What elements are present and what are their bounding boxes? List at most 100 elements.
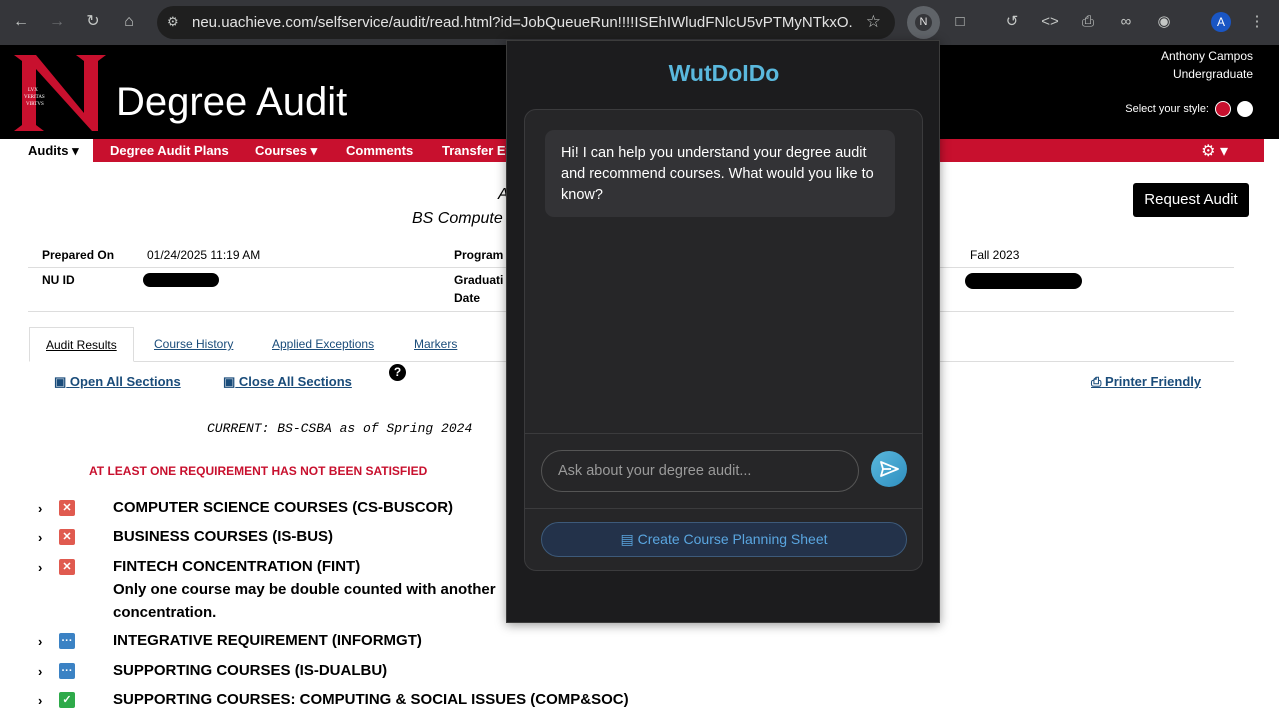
url-text[interactable]: neu.uachieve.com/selfservice/audit/read.… (192, 14, 852, 31)
chevron-right-icon[interactable]: › (38, 664, 42, 679)
request-audit-button[interactable]: Request Audit (1133, 183, 1249, 217)
address-bar[interactable]: ⚙ neu.uachieve.com/selfservice/audit/rea… (157, 6, 895, 39)
popup-title: WutDoIDo (668, 60, 780, 86)
menu-kebab-icon[interactable]: ⋮ (1247, 12, 1267, 32)
nav-audits-label: Audits (28, 143, 69, 158)
incognito-icon[interactable]: ◉ (1154, 12, 1174, 32)
in-progress-icon: ··· (59, 663, 75, 679)
requirement-row[interactable]: › ··· SUPPORTING COURSES (IS-DUALBU) (0, 662, 620, 684)
in-progress-icon: ··· (59, 633, 75, 649)
nav-degree-audit-plans[interactable]: Degree Audit Plans (110, 143, 229, 158)
send-button[interactable] (871, 451, 907, 487)
chevron-right-icon[interactable]: › (38, 634, 42, 649)
graduation-date-label: Date (454, 291, 481, 305)
printer-icon: ⎙ (1091, 374, 1102, 389)
forward-icon[interactable]: → (46, 11, 68, 33)
audit-program-heading: BS Compute (412, 210, 503, 227)
not-met-icon: ✕ (59, 559, 75, 575)
nuid-label: NU ID (42, 273, 75, 287)
extension-wutdoido-button[interactable]: N (907, 6, 940, 39)
requirement-row[interactable]: › ✓ SUPPORTING COURSES: COMPUTING & SOCI… (0, 691, 629, 713)
extension-letter: N (915, 14, 932, 31)
help-icon[interactable]: ? (389, 364, 406, 381)
requirement-name: COMPUTER SCIENCE COURSES (CS-BUSCOR) (113, 499, 454, 516)
profile-avatar[interactable]: A (1211, 12, 1231, 32)
extensions-puzzle-icon[interactable]: □ (950, 12, 970, 32)
nav-audits[interactable]: Audits ▾ (14, 139, 93, 162)
back-icon[interactable]: ← (10, 11, 32, 33)
northeastern-logo: LVX VERITAS VIRTVS (14, 55, 106, 131)
nav-courses[interactable]: Courses ▾ (255, 143, 317, 159)
nav-comments[interactable]: Comments (346, 143, 413, 158)
chevron-right-icon[interactable]: › (38, 530, 42, 545)
close-all-label: Close All Sections (238, 374, 352, 389)
chevron-right-icon[interactable]: › (38, 693, 42, 708)
site-info-icon[interactable]: ⚙ (167, 14, 183, 30)
nav-courses-label: Courses (255, 143, 308, 158)
requirement-name: SUPPORTING COURSES: COMPUTING & SOCIAL I… (113, 691, 629, 708)
wutdoido-popup: WutDoIDo Hi! I can help you understand y… (506, 40, 940, 623)
tab-course-history[interactable]: Course History (138, 327, 249, 362)
user-level: Undergraduate (1172, 67, 1253, 81)
send-icon (880, 461, 899, 477)
nav-transfer[interactable]: Transfer Ev (442, 143, 513, 158)
style-red-option[interactable] (1215, 101, 1231, 117)
history-icon[interactable]: ↺ (1002, 12, 1022, 32)
svg-text:VIRTVS: VIRTVS (26, 102, 44, 107)
met-check-icon: ✓ (59, 692, 75, 708)
site-title: Degree Audit (116, 80, 348, 124)
tab-applied-exceptions[interactable]: Applied Exceptions (256, 327, 390, 362)
collapse-icon: ▣ (223, 374, 236, 389)
svg-text:LVX: LVX (28, 88, 38, 93)
bookmark-star-icon[interactable]: ☆ (866, 12, 881, 32)
print-icon[interactable]: ⎙ (1078, 12, 1098, 32)
requirement-name: FINTECH CONCENTRATION (FINT) (113, 558, 361, 575)
redacted-nuid (143, 273, 219, 287)
printer-label: Printer Friendly (1105, 374, 1202, 389)
create-planning-sheet-button[interactable]: ▤ Create Course Planning Sheet (541, 522, 907, 557)
tab-audit-results[interactable]: Audit Results (29, 327, 134, 362)
current-program-text: CURRENT: BS-CSBA as of Spring 2024 (207, 421, 473, 436)
not-met-icon: ✕ (59, 529, 75, 545)
requirement-row[interactable]: › ··· INTEGRATIVE REQUIREMENT (INFORMGT) (0, 632, 620, 654)
graduation-label: Graduati (454, 273, 504, 287)
chat-divider (525, 433, 922, 434)
redacted-value (965, 273, 1082, 289)
printer-friendly-link[interactable]: ⎙ Printer Friendly (1091, 374, 1201, 390)
tab-markers[interactable]: Markers (398, 327, 473, 362)
requirement-note: Only one course may be double counted wi… (113, 581, 496, 598)
style-white-option[interactable] (1237, 101, 1253, 117)
open-all-sections-link[interactable]: ▣ Open All Sections (54, 374, 181, 390)
chat-divider-bottom (525, 508, 922, 509)
home-icon[interactable]: ⌂ (118, 11, 140, 33)
requirement-note-cont: concentration. (113, 604, 217, 621)
browser-toolbar: ← → ↻ ⌂ ⚙ neu.uachieve.com/selfservice/a… (0, 0, 1279, 45)
code-icon[interactable]: <> (1040, 12, 1060, 32)
catalog-term-value: Fall 2023 (970, 248, 1020, 262)
plan-button-label: Create Course Planning Sheet (637, 531, 828, 547)
link-icon[interactable]: ∞ (1116, 12, 1136, 32)
chevron-right-icon[interactable]: › (38, 501, 42, 516)
user-info: Anthony Campos Undergraduate (1161, 47, 1253, 83)
chat-panel: Hi! I can help you understand your degre… (524, 109, 923, 571)
requirement-name: INTEGRATIVE REQUIREMENT (INFORMGT) (113, 632, 422, 649)
assistant-message: Hi! I can help you understand your degre… (545, 130, 895, 217)
open-all-label: Open All Sections (69, 374, 181, 389)
close-all-sections-link[interactable]: ▣ Close All Sections (223, 374, 352, 390)
requirement-name: SUPPORTING COURSES (IS-DUALBU) (113, 662, 388, 679)
chat-input[interactable]: Ask about your degree audit... (541, 450, 859, 492)
program-label: Program (454, 248, 504, 262)
prepared-on-label: Prepared On (42, 248, 115, 262)
style-label: Select your style: (1125, 103, 1209, 115)
not-met-icon: ✕ (59, 500, 75, 516)
requirement-name: BUSINESS COURSES (IS-BUS) (113, 528, 334, 545)
expand-icon: ▣ (54, 374, 67, 389)
document-icon: ▤ (620, 531, 634, 547)
user-name: Anthony Campos (1160, 49, 1253, 63)
reload-icon[interactable]: ↻ (82, 11, 104, 33)
requirements-warning: AT LEAST ONE REQUIREMENT HAS NOT BEEN SA… (89, 464, 428, 478)
prepared-on-value: 01/24/2025 11:19 AM (147, 248, 261, 262)
chevron-right-icon[interactable]: › (38, 560, 42, 575)
style-selector: Select your style: (1125, 101, 1253, 117)
settings-gear-icon[interactable]: ⚙ ▾ (1201, 141, 1228, 161)
